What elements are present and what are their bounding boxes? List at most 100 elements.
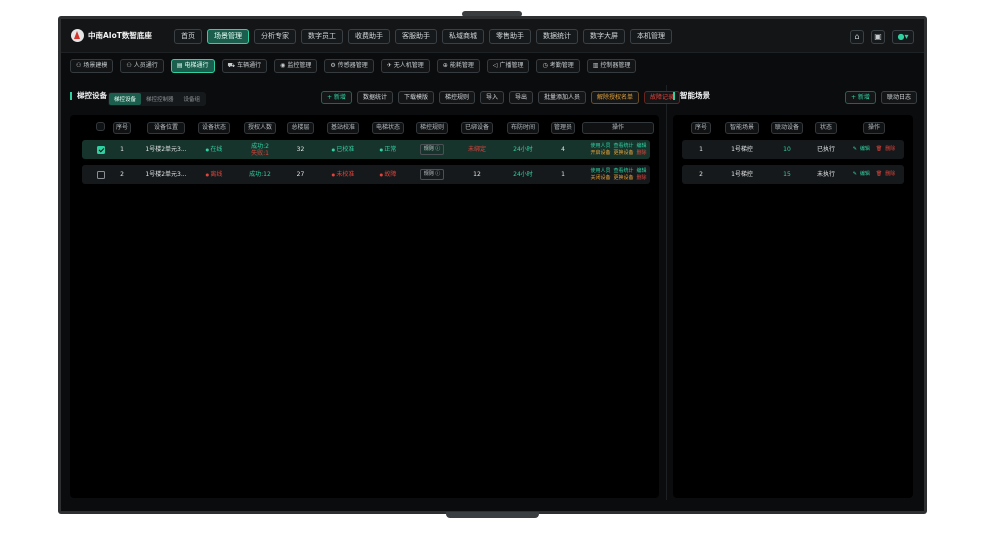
- main-nav-item[interactable]: 私域商城: [442, 29, 484, 44]
- table-cell: 27: [287, 165, 314, 184]
- auth-fail: 失败:1: [251, 149, 269, 157]
- action-button[interactable]: 导入: [479, 91, 504, 104]
- op-link[interactable]: 更换设备: [613, 175, 633, 181]
- main-nav-item[interactable]: 客服助手: [395, 29, 437, 44]
- sub-nav-label: 能耗管理: [449, 62, 474, 69]
- display-icon[interactable]: ▣: [871, 30, 885, 44]
- table-cell: 使用人员 查看统计 编辑开启设备 更换设备 删除: [584, 140, 656, 159]
- action-button[interactable]: 解除授权名单: [591, 91, 640, 104]
- table-row[interactable]: 2 1号梯控 15 未执行 ✎ 编辑 🗑 删除: [682, 165, 904, 184]
- sub-nav-item[interactable]: ✈ 无人机管理: [380, 59, 430, 73]
- op-link[interactable]: 删除: [637, 175, 647, 181]
- sub-nav-item[interactable]: ▤ 电梯通行: [170, 59, 215, 73]
- elevator-status: 故障: [380, 171, 396, 178]
- action-button[interactable]: 数据统计: [356, 91, 393, 104]
- action-button[interactable]: 下载模版: [397, 91, 434, 104]
- auth-count: 成功:12: [249, 171, 271, 178]
- trash-icon: 🗑: [875, 171, 883, 177]
- table-row[interactable]: 2 1号楼2单元3... 离线 成功:12 27 未校准 故障 规则 ⓘ 12 24小时 1 使用人员…: [82, 165, 650, 184]
- main-nav-item[interactable]: 零售助手: [489, 29, 531, 44]
- app-logo: 中南AIoT数智底座: [71, 29, 152, 42]
- action-button[interactable]: + 新增: [845, 91, 876, 104]
- auth-success: 成功:2: [251, 142, 269, 150]
- rule-button[interactable]: 规则 ⓘ: [419, 144, 445, 155]
- main-nav-item[interactable]: 数字员工: [301, 29, 343, 44]
- calibration-status: 已校准: [332, 146, 354, 153]
- action-button[interactable]: 联动日志: [880, 91, 917, 104]
- edit-link[interactable]: ✎ 编辑: [853, 171, 873, 177]
- op-link[interactable]: 使用人员: [590, 168, 610, 174]
- sub-nav-item[interactable]: ⛟ 车辆通行: [221, 59, 268, 73]
- action-button[interactable]: 梯控规则: [438, 91, 475, 104]
- op-link[interactable]: 查看统计: [613, 168, 633, 174]
- robot-icon[interactable]: ⌂: [850, 30, 864, 44]
- op-link[interactable]: 编辑: [637, 168, 647, 174]
- left-tab[interactable]: 梯控设备: [109, 93, 142, 105]
- row-operations: 使用人员 查看统计 编辑关闭设备 更换设备 删除: [590, 168, 649, 182]
- sub-nav-item[interactable]: ⚙ 传感器管理: [324, 59, 374, 73]
- row-checkbox[interactable]: [97, 145, 105, 154]
- main-nav-item[interactable]: 首页: [174, 29, 202, 44]
- select-all-checkbox[interactable]: [96, 122, 105, 131]
- action-button[interactable]: 导出: [509, 91, 534, 104]
- user-menu-icon[interactable]: ●▾: [892, 30, 914, 44]
- delete-link[interactable]: 🗑 删除: [876, 171, 898, 177]
- table-cell: 1: [551, 165, 575, 184]
- main-nav-item[interactable]: 数据统计: [536, 29, 578, 44]
- row-number: 2: [699, 171, 703, 178]
- sub-nav-item[interactable]: ◷ 考勤管理: [536, 59, 580, 73]
- table-row[interactable]: 1 1号梯控 10 已执行 ✎ 编辑 🗑 删除: [682, 140, 904, 159]
- left-tab[interactable]: 设备组: [179, 93, 206, 105]
- op-link[interactable]: 关闭设备: [590, 175, 610, 181]
- main-nav-item[interactable]: 场景管理: [207, 29, 249, 44]
- sub-nav-item[interactable]: ⊕ 能耗管理: [436, 59, 480, 73]
- op-link[interactable]: 更换设备: [613, 150, 633, 156]
- row-operations: ✎ 编辑 🗑 删除: [853, 171, 902, 178]
- op-link[interactable]: 删除: [637, 150, 647, 156]
- sub-nav-item[interactable]: ◁ 广播管理: [486, 59, 530, 73]
- main-nav-item[interactable]: 本机管理: [630, 29, 672, 44]
- main-nav-item[interactable]: 收费助手: [348, 29, 390, 44]
- sub-nav-icon: ⊕: [442, 62, 448, 69]
- main-nav-item[interactable]: 数字大屏: [583, 29, 625, 44]
- table-cell: 15: [771, 165, 803, 184]
- table-cell: 24小时: [507, 140, 539, 159]
- table-cell: ✎ 编辑 🗑 删除: [853, 165, 901, 184]
- column-header: 已绑设备: [461, 122, 493, 134]
- status-badge: 离线: [206, 171, 222, 178]
- rule-button[interactable]: 规则 ⓘ: [419, 169, 445, 180]
- total-floors: 32: [296, 146, 305, 153]
- defense-time: 24小时: [513, 146, 533, 153]
- action-button[interactable]: + 新增: [321, 91, 352, 104]
- sub-nav-item[interactable]: ▥ 控制器管理: [586, 59, 637, 73]
- delete-link[interactable]: 🗑 删除: [876, 146, 898, 152]
- linked-devices: 10: [783, 146, 791, 153]
- table-cell: 12: [461, 165, 493, 184]
- sub-nav-item[interactable]: ◉ 监控管理: [274, 59, 318, 73]
- op-link[interactable]: 编辑: [637, 143, 647, 149]
- row-checkbox[interactable]: [97, 170, 105, 179]
- sub-nav-label: 传感器管理: [337, 62, 368, 69]
- table-cell: 离线: [198, 165, 230, 184]
- auth-success: 成功:12: [249, 171, 271, 178]
- left-tab[interactable]: 梯控控制器: [141, 93, 179, 105]
- table-cell: 在线: [198, 140, 230, 159]
- panel-divider: [666, 85, 667, 500]
- op-link[interactable]: 开启设备: [590, 150, 610, 156]
- delete-label: 删除: [885, 146, 896, 152]
- scene-state: 已执行: [816, 146, 835, 153]
- scene-name: 1号梯控: [731, 171, 753, 178]
- total-floors: 27: [296, 171, 305, 178]
- main-nav: 首页 场景管理 分析专家 数字员工 收费助手 客服助手 私域商城 零售助手 数据统计 数字大屏 本机…: [174, 29, 672, 44]
- op-link[interactable]: 查看统计: [613, 143, 633, 149]
- op-link[interactable]: 使用人员: [590, 143, 610, 149]
- trash-icon: 🗑: [875, 146, 883, 152]
- bound-devices: 未绑定: [467, 146, 486, 153]
- table-cell: 4: [551, 140, 575, 159]
- sub-nav-item[interactable]: ⚇ 场景建模: [70, 59, 114, 73]
- table-row[interactable]: 1 1号楼2单元3... 在线 成功:2失败:1 32 已校准 正常 规则 ⓘ 未绑定 24小时 4…: [82, 140, 650, 159]
- sub-nav-item[interactable]: ⚇ 人员通行: [120, 59, 164, 73]
- main-nav-item[interactable]: 分析专家: [254, 29, 296, 44]
- edit-link[interactable]: ✎ 编辑: [853, 146, 873, 152]
- action-button[interactable]: 批量添加人员: [538, 91, 587, 104]
